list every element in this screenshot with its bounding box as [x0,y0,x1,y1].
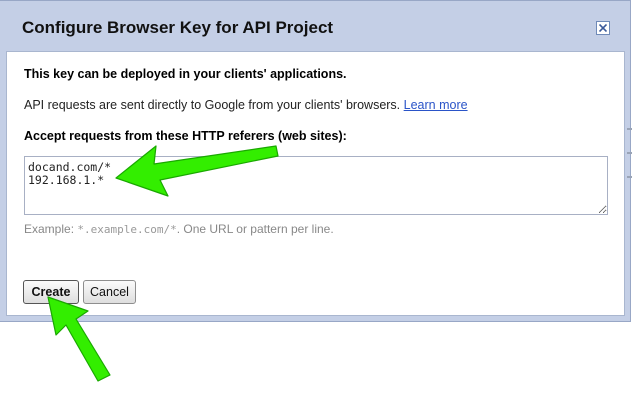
hint-example: *.example.com/* [77,223,177,236]
dialog-title: Configure Browser Key for API Project [22,18,334,37]
info-text: API requests are sent directly to Google… [24,98,468,112]
referers-textarea[interactable] [24,156,608,215]
configure-browser-key-dialog: Configure Browser Key for API Project Th… [0,0,631,322]
background-page-marks [626,128,632,198]
close-button[interactable] [596,21,610,35]
referers-label: Accept requests from these HTTP referers… [24,129,347,143]
hint-prefix: Example: [24,222,78,236]
hint-suffix: . One URL or pattern per line. [176,222,334,236]
close-icon [599,24,607,32]
lead-text: This key can be deployed in your clients… [24,67,347,81]
dialog-body: This key can be deployed in your clients… [6,51,625,316]
cancel-button[interactable]: Cancel [83,280,136,304]
dialog-header: Configure Browser Key for API Project [0,1,630,53]
create-button[interactable]: Create [23,280,79,304]
referers-hint: Example: *.example.com/*. One URL or pat… [24,222,334,236]
info-sentence: API requests are sent directly to Google… [24,98,404,112]
learn-more-link[interactable]: Learn more [404,98,468,112]
